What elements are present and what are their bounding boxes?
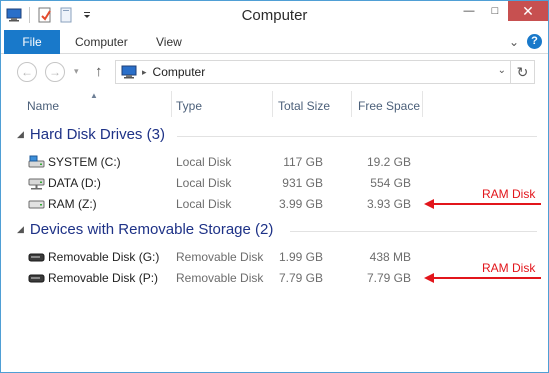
drive-row[interactable]: DATA (D:) Local Disk 931 GB 554 GB [27,173,427,193]
column-header-type[interactable]: Type [176,99,202,113]
column-divider[interactable] [351,91,352,117]
help-icon[interactable]: ? [527,34,542,49]
drive-row[interactable]: Removable Disk (P:) Removable Disk 7.79 … [27,268,427,288]
group-header-hard-disk-drives[interactable]: ◢ Hard Disk Drives (3) [17,126,537,143]
drive-name: Removable Disk (G:) [48,250,160,264]
column-header-name[interactable]: Name [27,99,59,113]
drive-free-space: 554 GB [370,176,411,190]
drive-name: RAM (Z:) [48,197,97,211]
breadcrumb-separator-icon[interactable]: ▸ [142,67,147,78]
address-dropdown-icon[interactable]: ⌄ [498,65,506,76]
up-button[interactable]: ↑ [95,63,103,80]
annotation-arrow [433,277,541,279]
annotation-arrow [433,203,541,205]
annotation-label: RAM Disk [482,187,536,201]
drive-name: DATA (D:) [48,176,101,190]
drive-row[interactable]: RAM (Z:) Local Disk 3.99 GB 3.93 GB [27,194,427,214]
maximize-button[interactable]: □ [482,1,508,21]
recent-locations-button[interactable]: ▾ [74,66,79,77]
network-drive-icon [28,176,45,190]
title-bar[interactable]: Computer — □ ✕ [1,1,548,30]
drive-type: Local Disk [176,197,232,211]
column-headers: ▲ Name Type Total Size Free Space [1,91,548,119]
removable-drive-icon [28,271,45,285]
column-divider[interactable] [422,91,423,117]
ribbon-tabs: File Computer View ⌄ ? [1,30,548,54]
tab-computer[interactable]: Computer [75,30,128,54]
computer-icon [120,65,138,79]
explorer-window: Computer — □ ✕ File Computer View ⌄ ? ← … [0,0,549,373]
minimize-button[interactable]: — [456,1,482,21]
column-divider[interactable] [171,91,172,117]
group-divider [177,136,537,137]
annotation-label: RAM Disk [482,261,536,275]
forward-button[interactable]: → [45,62,65,82]
drive-free-space: 3.93 GB [366,197,411,211]
group-divider [290,231,537,232]
collapse-group-icon[interactable]: ◢ [17,224,24,235]
column-divider[interactable] [272,91,273,117]
drive-total-size: 1.99 GB [278,250,323,264]
drive-total-size: 3.99 GB [278,197,323,211]
collapse-group-icon[interactable]: ◢ [17,129,24,140]
back-button[interactable]: ← [17,62,37,82]
expand-ribbon-icon[interactable]: ⌄ [509,35,519,49]
drive-free-space: 7.79 GB [366,271,411,285]
tab-file[interactable]: File [4,30,60,54]
refresh-button[interactable]: ↻ [511,60,535,84]
navigation-bar: ← → ▾ ↑ ▸ Computer ⌄ ↻ [1,55,548,88]
column-header-free-space[interactable]: Free Space [358,99,420,113]
tab-view[interactable]: View [156,30,182,54]
address-bar[interactable]: ▸ Computer ⌄ [115,60,511,84]
drive-total-size: 117 GB [283,155,323,169]
drive-row[interactable]: Removable Disk (G:) Removable Disk 1.99 … [27,247,427,267]
drive-name: Removable Disk (P:) [48,271,159,285]
window-controls: — □ ✕ [456,1,548,21]
group-title: Hard Disk Drives (3) [29,126,165,143]
system-drive-icon [28,155,45,169]
drive-type: Local Disk [176,155,232,169]
ribbon-right-controls: ⌄ ? [509,34,542,49]
drive-name: SYSTEM (C:) [48,155,121,169]
group-header-removable-storage[interactable]: ◢ Devices with Removable Storage (2) [17,221,537,238]
drive-total-size: 7.79 GB [278,271,323,285]
drive-free-space: 19.2 GB [366,155,411,169]
group-title: Devices with Removable Storage (2) [29,221,274,238]
breadcrumb-computer[interactable]: Computer [153,65,206,79]
removable-drive-icon [28,250,45,264]
drive-free-space: 438 MB [369,250,411,264]
close-button[interactable]: ✕ [508,1,548,21]
drive-row[interactable]: SYSTEM (C:) Local Disk 117 GB 19.2 GB [27,152,427,172]
hard-drive-icon [28,197,45,211]
drive-total-size: 931 GB [282,176,323,190]
column-header-total-size[interactable]: Total Size [278,99,330,113]
sort-ascending-icon: ▲ [90,91,98,100]
drive-type: Local Disk [176,176,232,190]
